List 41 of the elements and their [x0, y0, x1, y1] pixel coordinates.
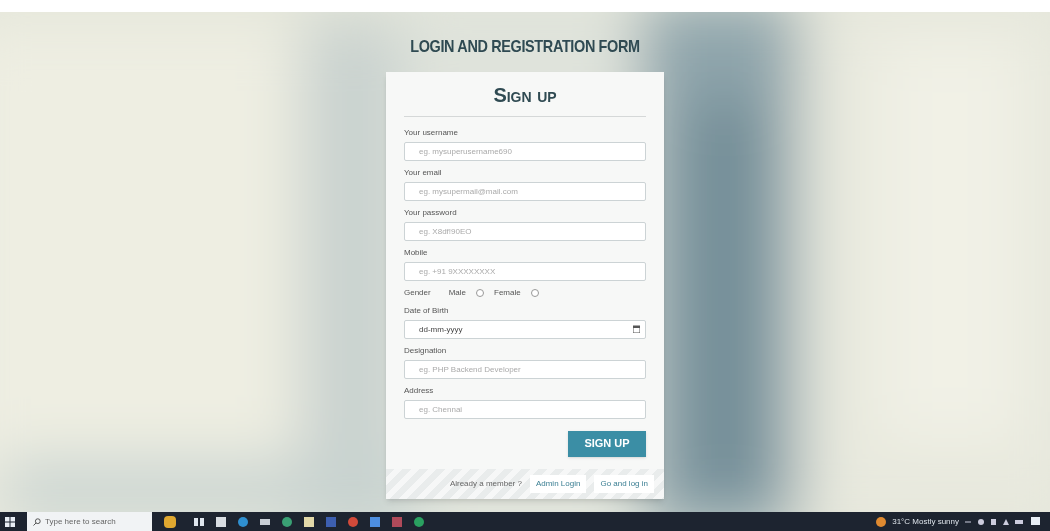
taskbar-app-icon[interactable] [304, 516, 314, 527]
input-field[interactable]: eg. +91 9XXXXXXXX [404, 261, 646, 281]
search-placeholder: Type here to search [45, 515, 116, 528]
field-label: Mobile [404, 246, 429, 259]
taskbar-app-icon[interactable] [370, 516, 380, 527]
field-label: Designation [404, 344, 448, 357]
field-label: Gender [404, 286, 431, 299]
taskbar-app-icon[interactable] [216, 516, 226, 527]
start-icon[interactable] [5, 516, 15, 527]
footer-prompt: Already a member ? [449, 477, 522, 490]
task-view-icon[interactable] [194, 516, 204, 527]
field-label: Your email [404, 166, 443, 179]
search-icon [33, 517, 41, 526]
taskbar-app-icon[interactable] [282, 516, 292, 527]
radio-label: Female [494, 286, 521, 299]
date-field[interactable]: dd-mm-yyyy [404, 319, 646, 339]
footer-link[interactable]: Admin Login [529, 474, 587, 493]
weather-text[interactable]: 31°C Mostly sunny [892, 515, 959, 528]
radio-button[interactable] [476, 288, 485, 297]
calendar-icon[interactable] [633, 324, 640, 333]
weather-icon[interactable] [876, 516, 887, 527]
sign-up-button[interactable]: SIGN UP [568, 430, 646, 457]
taskbar-app-icon[interactable] [260, 518, 270, 525]
radio-label: Male [448, 286, 467, 299]
input-field[interactable]: eg. Chennai [404, 399, 646, 419]
tray-icons-drawing[interactable] [965, 517, 1025, 526]
notification-icon[interactable] [1031, 517, 1040, 526]
radio-button[interactable] [530, 288, 539, 297]
taskbar-app-icon[interactable] [414, 516, 424, 527]
page-heading: LOGIN AND REGISTRATION FORM [410, 36, 640, 58]
input-field[interactable]: eg. mysupermail@mail.com [404, 181, 646, 201]
footer-link[interactable]: Go and log in [594, 474, 654, 493]
field-label: Your password [404, 206, 458, 219]
input-field[interactable]: eg. mysuperusername690 [404, 141, 646, 161]
field-label: Your username [404, 126, 459, 139]
field-label: Date of Birth [404, 304, 450, 317]
input-field[interactable]: eg. PHP Backend Developer [404, 359, 646, 379]
taskbar-search-field[interactable]: Type here to search [27, 512, 152, 531]
field-label: Address [404, 384, 435, 397]
form-title: Sign up [492, 82, 558, 108]
input-field[interactable]: eg. X8df!90EO [404, 221, 646, 241]
